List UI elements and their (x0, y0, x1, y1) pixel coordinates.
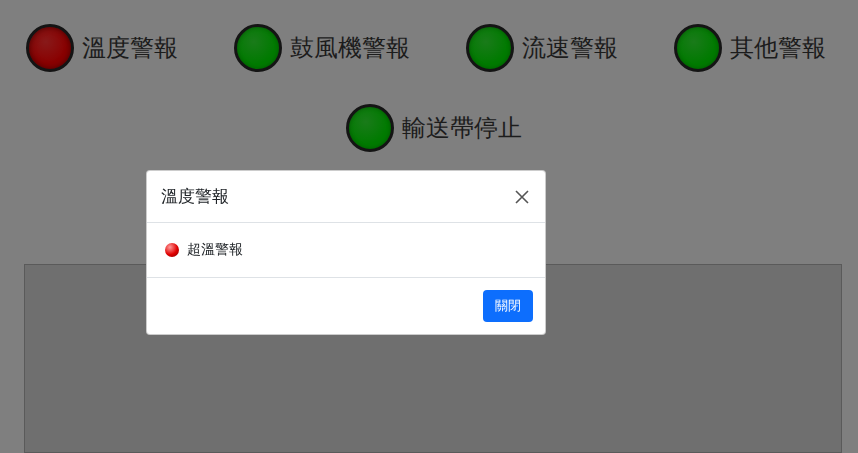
lamp-icon (674, 24, 722, 72)
status-dot-icon (165, 243, 179, 257)
lamp-icon (26, 24, 74, 72)
alarm-item: 超溫警報 (165, 241, 527, 259)
dialog-title: 溫度警報 (161, 185, 229, 208)
conveyor-indicator[interactable]: 輸送帶停止 (346, 104, 522, 152)
page: 溫度警報鼓風機警報流速警報其他警報輸送帶停止溫度警報超溫警報關閉 (0, 0, 858, 453)
alarm-label: 溫度警報 (82, 32, 178, 64)
dialog-header: 溫度警報 (147, 171, 545, 223)
dialog-body: 超溫警報 (147, 223, 545, 278)
alarm-indicator[interactable]: 其他警報 (674, 24, 826, 72)
alarm-item-label: 超溫警報 (187, 241, 243, 259)
alarm-label: 其他警報 (730, 32, 826, 64)
alarm-row: 溫度警報 鼓風機警報 流速警報 其他警報 (0, 0, 858, 72)
alarm-indicator[interactable]: 溫度警報 (26, 24, 178, 72)
lamp-icon (234, 24, 282, 72)
close-button[interactable] (511, 186, 533, 208)
conveyor-row: 輸送帶停止 (0, 72, 858, 152)
alarm-indicator[interactable]: 鼓風機警報 (234, 24, 410, 72)
alarm-indicator[interactable]: 流速警報 (466, 24, 618, 72)
alarm-label: 鼓風機警報 (290, 32, 410, 64)
lamp-icon (346, 104, 394, 152)
alarm-label: 流速警報 (522, 32, 618, 64)
close-dialog-button[interactable]: 關閉 (483, 290, 533, 322)
conveyor-label: 輸送帶停止 (402, 112, 522, 144)
alarm-dialog: 溫度警報超溫警報關閉 (146, 170, 546, 335)
lamp-icon (466, 24, 514, 72)
dialog-footer: 關閉 (147, 278, 545, 334)
close-icon (515, 190, 529, 204)
